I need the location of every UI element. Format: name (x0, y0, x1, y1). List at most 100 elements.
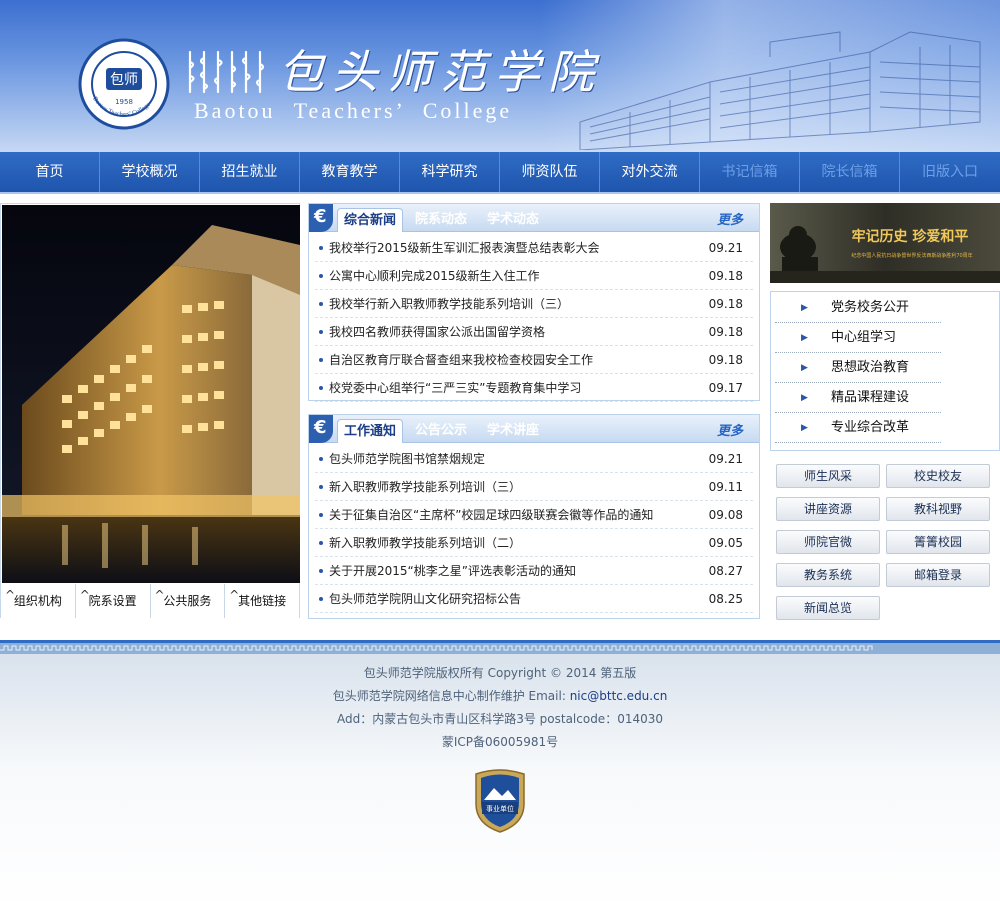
btn-qingqing-campus[interactable]: 箐箐校园 (886, 530, 990, 554)
bullet-icon (319, 358, 323, 362)
notice-item[interactable]: 新入职教师教学技能系列培训（二） 09.05 (315, 529, 753, 557)
news-more-link[interactable]: 更多 (717, 209, 743, 228)
quicklink-organization[interactable]: ^ 组织机构 (1, 584, 76, 618)
footer-maintainer-line: 包头师范学院网络信息中心制作维护 Email: nic@bttc.edu.cn (0, 687, 1000, 704)
news-title[interactable]: 公寓中心顺利完成2015级新生入住工作 (329, 262, 540, 290)
news-item[interactable]: 公寓中心顺利完成2015级新生入住工作 09.18 (315, 262, 753, 290)
btn-lecture-resources[interactable]: 讲座资源 (776, 497, 880, 521)
notices-panel: € 工作通知 公告公示 学术讲座 更多 包头师范学院图书馆禁烟规定 09.21 新… (308, 414, 760, 619)
news-item[interactable]: 我校举行2015级新生军训汇报表演暨总结表彰大会 09.21 (315, 234, 753, 262)
news-item[interactable]: 我校举行新入职教师教学技能系列培训（三） 09.18 (315, 290, 753, 318)
btn-teaching-research-view[interactable]: 教科视野 (886, 497, 990, 521)
notice-item[interactable]: 关于征集自治区“主席杯”校园足球四级联赛会徽等作品的通知 09.08 (315, 501, 753, 529)
side-item-quality-courses[interactable]: ▶ 精品课程建设 (775, 383, 941, 413)
news-date: 09.18 (708, 297, 743, 311)
news-date: 09.18 (708, 269, 743, 283)
notice-title[interactable]: 包头师范学院图书馆禁烟规定 (329, 445, 485, 473)
footer-email-link[interactable]: nic@bttc.edu.cn (570, 689, 668, 703)
nav-research[interactable]: 科学研究 (400, 152, 500, 192)
side-item-central-group-study[interactable]: ▶ 中心组学习 (775, 323, 941, 353)
mongolian-script-name (188, 50, 265, 94)
news-item[interactable]: 我校四名教师获得国家公派出国留学资格 09.18 (315, 318, 753, 346)
quicklink-label: 其他链接 (238, 594, 287, 608)
btn-academic-affairs-system[interactable]: 教务系统 (776, 563, 880, 587)
tab-work-notices[interactable]: 工作通知 (337, 419, 404, 443)
public-institution-badge[interactable]: 事业单位 (472, 768, 528, 834)
notice-item[interactable]: 新入职教师教学技能系列培训（三） 09.11 (315, 473, 753, 501)
nav-home[interactable]: 首页 (0, 152, 100, 192)
bullet-icon (319, 386, 323, 390)
nav-school-overview[interactable]: 学校概况 (100, 152, 200, 192)
quicklink-label: 院系设置 (88, 594, 137, 608)
side-item-label: 专业综合改革 (831, 420, 910, 435)
tab-academic-news[interactable]: 学术动态 (487, 208, 539, 232)
btn-news-overview[interactable]: 新闻总览 (776, 596, 880, 620)
news-item[interactable]: 校党委中心组举行“三严三实”专题教育集中学习 09.17 (315, 374, 753, 402)
footer-email-label: Email: (528, 689, 566, 703)
quicklink-other-links[interactable]: ^ 其他链接 (225, 584, 299, 618)
notice-title[interactable]: 包头师范学院阴山文化研究招标公告 (329, 585, 521, 613)
tab-academic-lectures[interactable]: 学术讲座 (487, 419, 539, 443)
nav-external-exchange[interactable]: 对外交流 (600, 152, 700, 192)
news-date: 09.18 (708, 353, 743, 367)
btn-mail-login[interactable]: 邮箱登录 (886, 563, 990, 587)
notice-title[interactable]: 新入职教师教学技能系列培训（三） (329, 473, 521, 501)
news-panel-header: € 综合新闻 院系动态 学术动态 更多 (309, 204, 759, 232)
caret-up-icon: ^ (79, 588, 90, 602)
campus-night-photo[interactable] (2, 205, 300, 583)
triangle-right-icon: ▶ (801, 333, 808, 343)
commemoration-banner[interactable]: 牢记历史 珍爱和平 纪念中国人民抗日战争暨世界反法西斯战争胜利70周年 (770, 203, 1000, 283)
side-item-label: 思想政治教育 (831, 360, 910, 375)
tab-department-news[interactable]: 院系动态 (415, 208, 467, 232)
badge-label: 事业单位 (486, 804, 514, 813)
nav-old-version[interactable]: 旧版入口 (900, 152, 1000, 192)
college-english-name: Baotou Teachers’ College (194, 98, 513, 123)
tab-announcements[interactable]: 公告公示 (415, 419, 467, 443)
news-title[interactable]: 自治区教育厅联合督查组来我校检查校园安全工作 (329, 346, 593, 374)
notice-title[interactable]: 新入职教师教学技能系列培训（二） (329, 529, 521, 557)
nav-education-teaching[interactable]: 教育教学 (300, 152, 400, 192)
notice-item[interactable]: 包头师范学院阴山文化研究招标公告 08.25 (315, 585, 753, 613)
bullet-icon (319, 330, 323, 334)
banner-subtitle: 纪念中国人民抗日战争暨世界反法西斯战争胜利70周年 (851, 252, 972, 259)
footer-icp-link[interactable]: 蒙ICP备06005981号 (0, 733, 1000, 750)
nav-secretary-mailbox[interactable]: 书记信箱 (700, 152, 800, 192)
news-title[interactable]: 我校举行2015级新生军训汇报表演暨总结表彰大会 (329, 234, 600, 262)
notices-more-link[interactable]: 更多 (717, 420, 743, 439)
bullet-icon (319, 569, 323, 573)
caret-up-icon: ^ (5, 588, 16, 602)
triangle-right-icon: ▶ (801, 393, 808, 403)
bullet-icon (319, 513, 323, 517)
notice-item[interactable]: 包头师范学院图书馆禁烟规定 09.21 (315, 445, 753, 473)
btn-teacher-student-style[interactable]: 师生风采 (776, 464, 880, 488)
footer-maintainer: 包头师范学院网络信息中心制作维护 (332, 689, 525, 703)
news-panel: € 综合新闻 院系动态 学术动态 更多 我校举行2015级新生军训汇报表演暨总结… (308, 203, 760, 402)
news-title[interactable]: 我校举行新入职教师教学技能系列培训（三） (329, 290, 569, 318)
nav-admissions-employment[interactable]: 招生就业 (200, 152, 300, 192)
side-item-ideological-education[interactable]: ▶ 思想政治教育 (775, 353, 941, 383)
news-date: 09.18 (708, 325, 743, 339)
btn-official-wechat[interactable]: 师院官微 (776, 530, 880, 554)
quicklink-departments[interactable]: ^ 院系设置 (75, 584, 151, 618)
news-title[interactable]: 校党委中心组举行“三严三实”专题教育集中学习 (329, 374, 581, 402)
side-item-major-reform[interactable]: ▶ 专业综合改革 (775, 413, 941, 443)
side-item-label: 中心组学习 (831, 330, 897, 345)
site-header: 包师 1958 Baotou Teachers' College 包头师范学院 … (0, 0, 1000, 152)
tab-general-news[interactable]: 综合新闻 (337, 208, 404, 232)
news-date: 09.17 (708, 381, 743, 395)
bullet-icon (319, 274, 323, 278)
notice-title[interactable]: 关于征集自治区“主席杯”校园足球四级联赛会徽等作品的通知 (329, 501, 653, 529)
notice-title[interactable]: 关于开展2015“桃李之星”评选表彰活动的通知 (329, 557, 576, 585)
nav-faculty[interactable]: 师资队伍 (500, 152, 600, 192)
side-item-affairs-disclosure[interactable]: ▶ 党务校务公开 (775, 293, 941, 323)
notice-item[interactable]: 关于开展2015“桃李之星”评选表彰活动的通知 08.27 (315, 557, 753, 585)
triangle-right-icon: ▶ (801, 303, 808, 313)
bullet-icon (319, 541, 323, 545)
btn-history-alumni[interactable]: 校史校友 (886, 464, 990, 488)
footer-pattern-band (0, 640, 1000, 654)
news-title[interactable]: 我校四名教师获得国家公派出国留学资格 (329, 318, 545, 346)
nav-president-mailbox[interactable]: 院长信箱 (800, 152, 900, 192)
notice-date: 09.21 (708, 452, 743, 466)
quicklink-public-services[interactable]: ^ 公共服务 (150, 584, 226, 618)
news-item[interactable]: 自治区教育厅联合督查组来我校检查校园安全工作 09.18 (315, 346, 753, 374)
